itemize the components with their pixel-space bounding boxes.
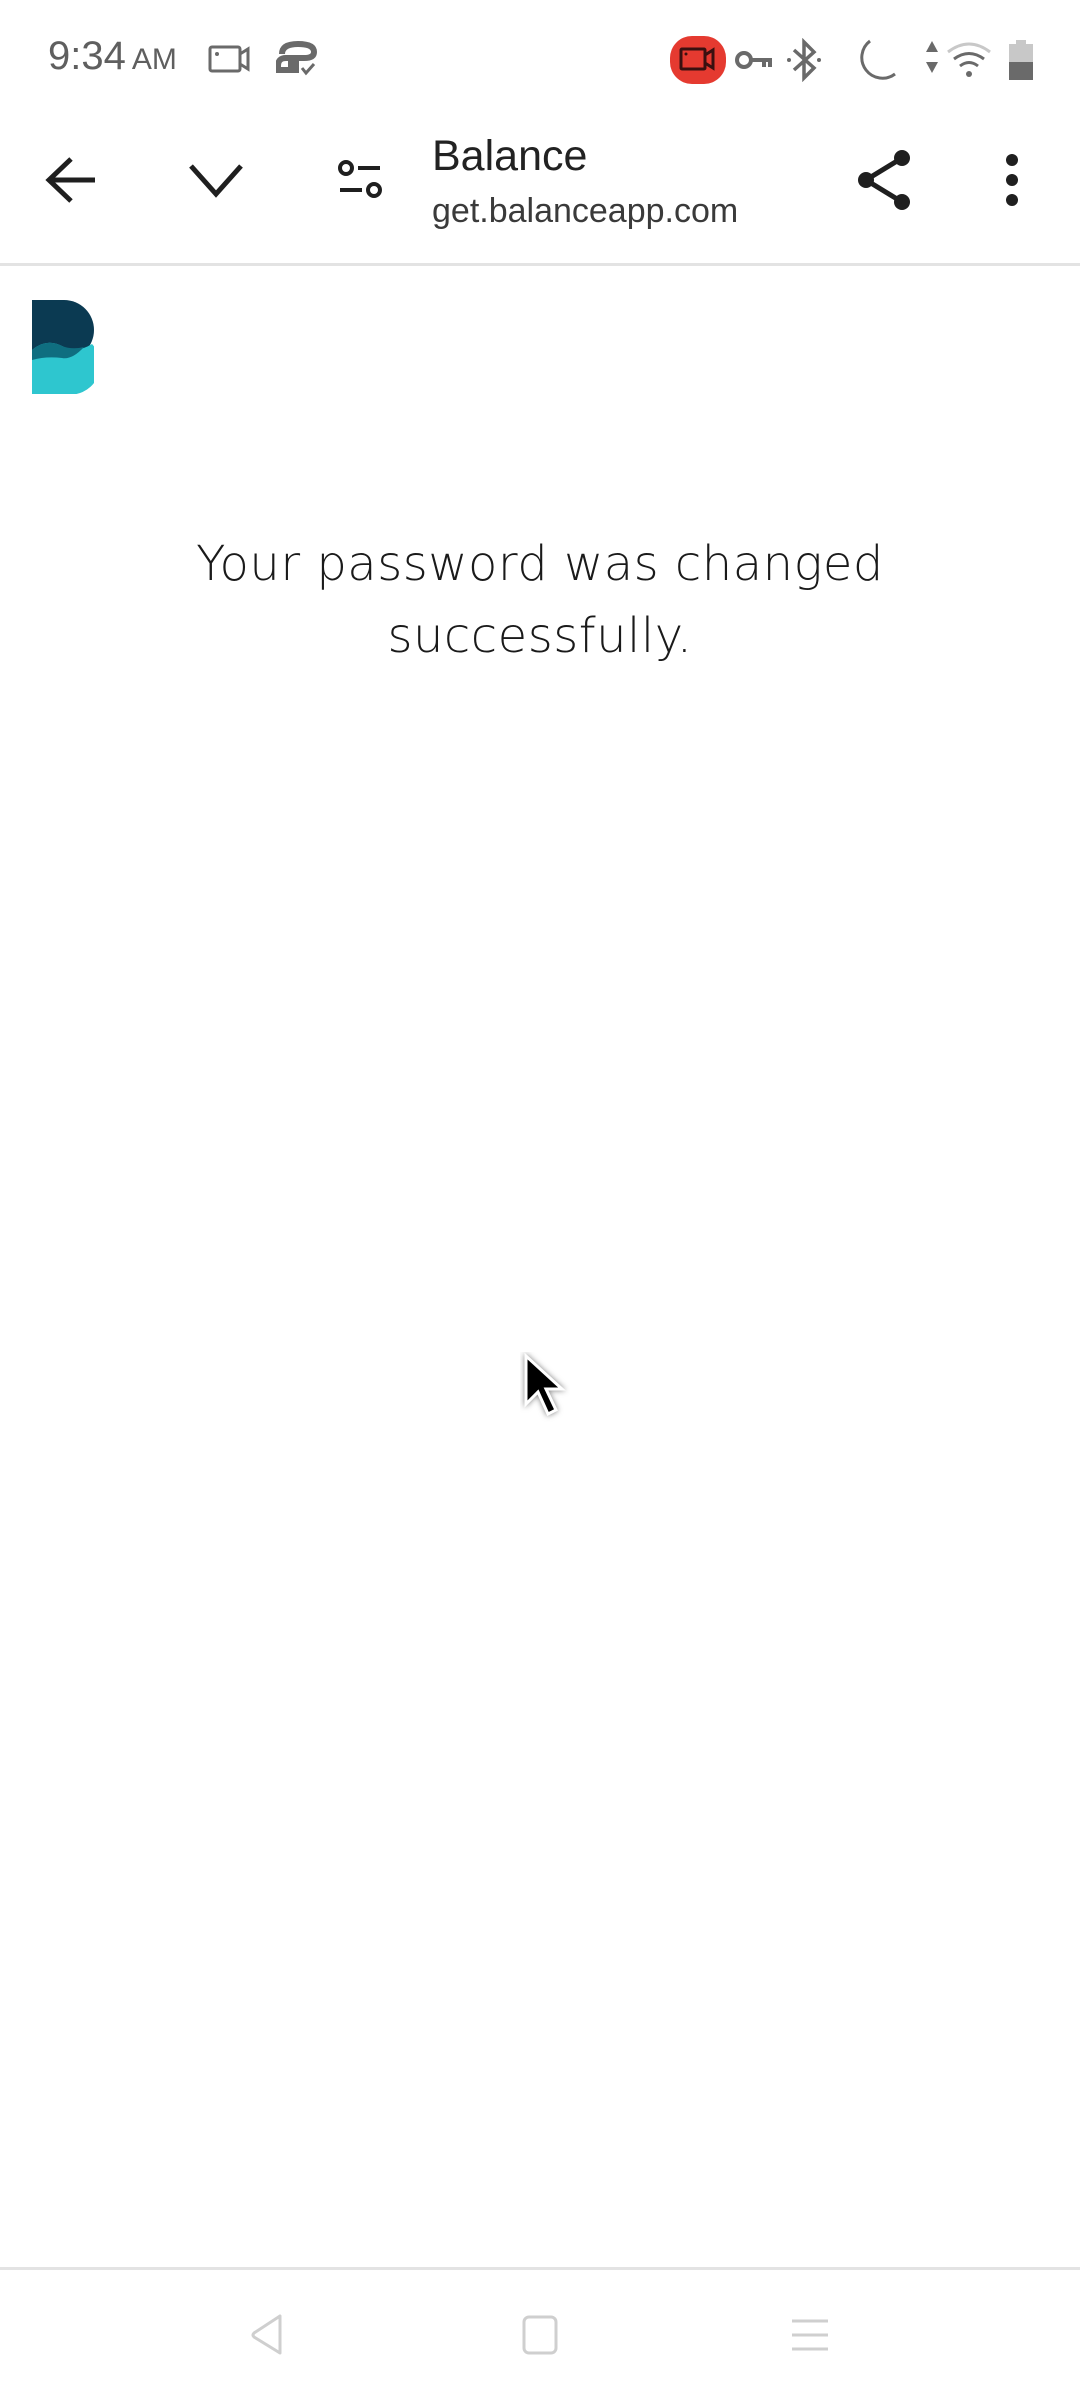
back-button[interactable] bbox=[24, 132, 120, 228]
chevron-down-icon bbox=[189, 164, 243, 198]
screen-record-icon bbox=[208, 44, 252, 79]
nav-home-icon bbox=[522, 2315, 558, 2355]
nav-back-icon bbox=[251, 2314, 282, 2355]
vpn-sync-icon bbox=[275, 40, 320, 83]
nav-recents-button[interactable] bbox=[770, 2300, 850, 2370]
back-arrow-icon bbox=[45, 157, 95, 203]
data-arrows-icon bbox=[924, 40, 940, 79]
vpn-key-icon bbox=[734, 48, 774, 77]
page-url[interactable]: get.balanceapp.com bbox=[432, 192, 738, 231]
more-vert-icon bbox=[1006, 154, 1018, 206]
success-message: Your password was changed successfully. bbox=[196, 536, 884, 664]
mouse-cursor-icon bbox=[520, 1352, 570, 1424]
system-nav-bar bbox=[0, 2270, 1080, 2400]
clock: 9:34 AM bbox=[48, 34, 177, 79]
more-options-button[interactable] bbox=[964, 132, 1060, 228]
page-title: Balance bbox=[432, 132, 588, 180]
site-settings-button[interactable] bbox=[312, 132, 408, 228]
toolbar-divider bbox=[0, 263, 1080, 266]
battery-icon bbox=[1008, 40, 1034, 85]
bluetooth-icon bbox=[786, 37, 822, 87]
balance-logo[interactable] bbox=[32, 300, 101, 395]
clock-time: 9:34 bbox=[48, 34, 126, 78]
share-button[interactable] bbox=[836, 132, 932, 228]
nav-home-button[interactable] bbox=[500, 2300, 580, 2370]
wifi-icon bbox=[946, 42, 992, 83]
recording-indicator-icon bbox=[670, 36, 726, 89]
tune-icon bbox=[338, 160, 382, 198]
do-not-disturb-moon-icon bbox=[852, 38, 898, 89]
nav-recents-icon bbox=[792, 2319, 828, 2351]
minimize-button[interactable] bbox=[168, 132, 264, 228]
clock-ampm: AM bbox=[131, 43, 177, 76]
nav-back-button[interactable] bbox=[228, 2300, 308, 2370]
custom-tab-toolbar: Balance get.balanceapp.com bbox=[0, 120, 1080, 265]
status-bar: 9:34 AM bbox=[0, 0, 1080, 120]
share-icon bbox=[858, 150, 910, 210]
